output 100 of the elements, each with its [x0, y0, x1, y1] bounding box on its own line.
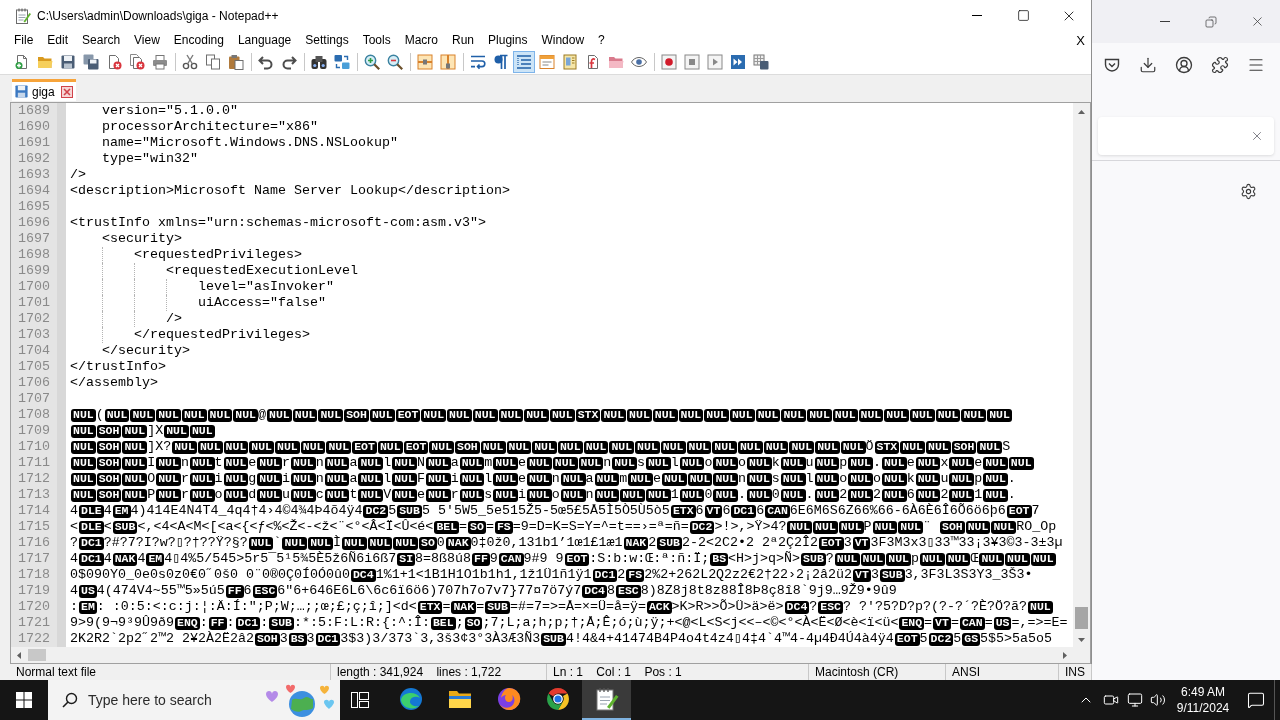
horizontal-sync-button[interactable]	[437, 51, 459, 73]
code-text: x	[940, 455, 949, 471]
code-text: =9=D=K=S=Y=^=t==›=ª=ñ=	[512, 519, 689, 535]
control-character: NUL	[560, 472, 586, 486]
code-text: 6	[695, 503, 704, 519]
control-character: BEL	[430, 616, 456, 630]
menu-item[interactable]: ?	[591, 31, 612, 50]
menu-item[interactable]: Window	[534, 31, 592, 50]
settings-icon[interactable]	[1240, 183, 1257, 200]
scissors-icon	[182, 54, 198, 70]
control-character: NUL	[248, 536, 274, 550]
scrollbar-thumb[interactable]	[1075, 607, 1088, 629]
scroll-up-icon[interactable]	[1078, 109, 1085, 114]
control-character: NUL	[223, 472, 249, 486]
code-text: 6"6+646E6L6\6c6ï6ö6)707h7o7v7}77¤7ö7ý7	[277, 583, 582, 599]
stop-button[interactable]	[681, 51, 703, 73]
code-text: <security>	[102, 231, 182, 247]
code-text: Ì	[332, 535, 341, 551]
menu-item[interactable]: File	[7, 31, 41, 50]
horizontal-scrollbar[interactable]	[11, 647, 1090, 663]
notepad-icon	[594, 687, 619, 711]
control-character: NAK	[445, 536, 471, 550]
control-character: SI	[397, 552, 416, 566]
minimize-icon	[972, 15, 982, 16]
menu-item[interactable]: Tools	[355, 31, 398, 50]
code-text: .	[872, 455, 881, 471]
code-text: e	[416, 487, 425, 503]
record-icon	[661, 54, 677, 70]
control-character: NUL	[601, 408, 627, 422]
control-character: ESC	[616, 584, 641, 598]
code-text: 3$3)3/373`3,3š3¢3°3À3Æ3Ñ3	[340, 631, 541, 647]
menu-item[interactable]: Settings	[298, 31, 356, 50]
code-text: <H>j>q>Ñ>	[728, 551, 801, 567]
code-text: r	[450, 487, 459, 503]
search-box[interactable]: Type here to search	[48, 680, 340, 720]
code-text: ]X?	[147, 439, 172, 455]
control-character: NUL	[620, 488, 645, 502]
code-text: a	[349, 471, 358, 487]
code-text: 4	[70, 551, 78, 567]
code-text: e	[518, 455, 527, 471]
code-text: uiAccess="false"	[198, 295, 326, 311]
control-character: NUL	[369, 408, 395, 422]
status-text: INS	[1065, 665, 1085, 679]
grid-disk-button[interactable]	[750, 51, 772, 73]
line-number: 1709	[18, 423, 50, 439]
record-button[interactable]	[658, 51, 680, 73]
monitor-icon[interactable]	[1127, 692, 1143, 708]
control-character: DC1	[731, 504, 757, 518]
indent-guide-button[interactable]	[513, 51, 535, 73]
scroll-left-icon[interactable]	[17, 651, 21, 659]
taskbar-app-button[interactable]	[582, 680, 631, 720]
scrollbar-thumb[interactable]	[28, 649, 46, 661]
menu-item[interactable]: Encoding	[166, 31, 231, 50]
code-text: `	[273, 535, 282, 551]
account-icon	[1175, 56, 1193, 74]
speaker-icon[interactable]	[1150, 692, 1166, 708]
control-character: NUL	[763, 440, 789, 454]
close-icon[interactable]	[60, 85, 73, 98]
redo-icon	[281, 54, 297, 70]
control-character: NUL	[557, 440, 583, 454]
control-character: NUL	[578, 456, 604, 470]
control-character: NUL	[848, 488, 873, 502]
control-character: NUL	[223, 488, 249, 502]
scroll-right-icon[interactable]	[1063, 651, 1067, 659]
line-number: 1714	[18, 503, 50, 519]
control-character: STX	[874, 440, 900, 454]
code-text: 7	[1031, 503, 1040, 519]
code-text: .	[738, 487, 747, 503]
vertical-scrollbar[interactable]	[1073, 103, 1090, 647]
shield-chevron-icon	[1104, 58, 1120, 72]
code-text: 5$5>5a5o5	[980, 631, 1053, 647]
menu-item[interactable]: Language	[230, 31, 299, 50]
search-field[interactable]: Type here to search	[88, 689, 248, 711]
control-character: BS	[288, 632, 307, 646]
control-character: NUL	[737, 440, 763, 454]
menu-item[interactable]: Search	[75, 31, 128, 50]
menu-item[interactable]: Plugins	[481, 31, 535, 50]
code-text: p	[974, 471, 983, 487]
play-button[interactable]	[704, 51, 726, 73]
menu-item[interactable]: Macro	[397, 31, 445, 50]
code-text: p	[839, 455, 848, 471]
tricolor-circle-icon	[545, 687, 570, 711]
control-character: NUL	[781, 408, 807, 422]
camera-icon[interactable]	[1103, 692, 1119, 708]
close-document-button[interactable]: X	[1070, 31, 1091, 50]
control-character: NUL	[367, 536, 393, 550]
menu-item[interactable]: Edit	[40, 31, 76, 50]
close-icon[interactable]	[1250, 129, 1264, 143]
control-character: NUL	[1028, 600, 1053, 614]
control-character: EOT	[395, 408, 421, 422]
control-character: EOT	[818, 536, 844, 550]
vertical-sync-button[interactable]	[414, 51, 436, 73]
control-character: NUL	[645, 488, 671, 502]
document-tab[interactable]: giga	[12, 79, 76, 101]
menu-item[interactable]: Run	[445, 31, 482, 50]
clock-button[interactable]: 6:49 AM 9/11/2024	[1172, 680, 1234, 720]
scroll-down-icon[interactable]	[1078, 638, 1085, 642]
control-character: NUL	[945, 552, 971, 566]
control-character: NUL	[814, 488, 840, 502]
menu-item[interactable]: View	[127, 31, 167, 50]
